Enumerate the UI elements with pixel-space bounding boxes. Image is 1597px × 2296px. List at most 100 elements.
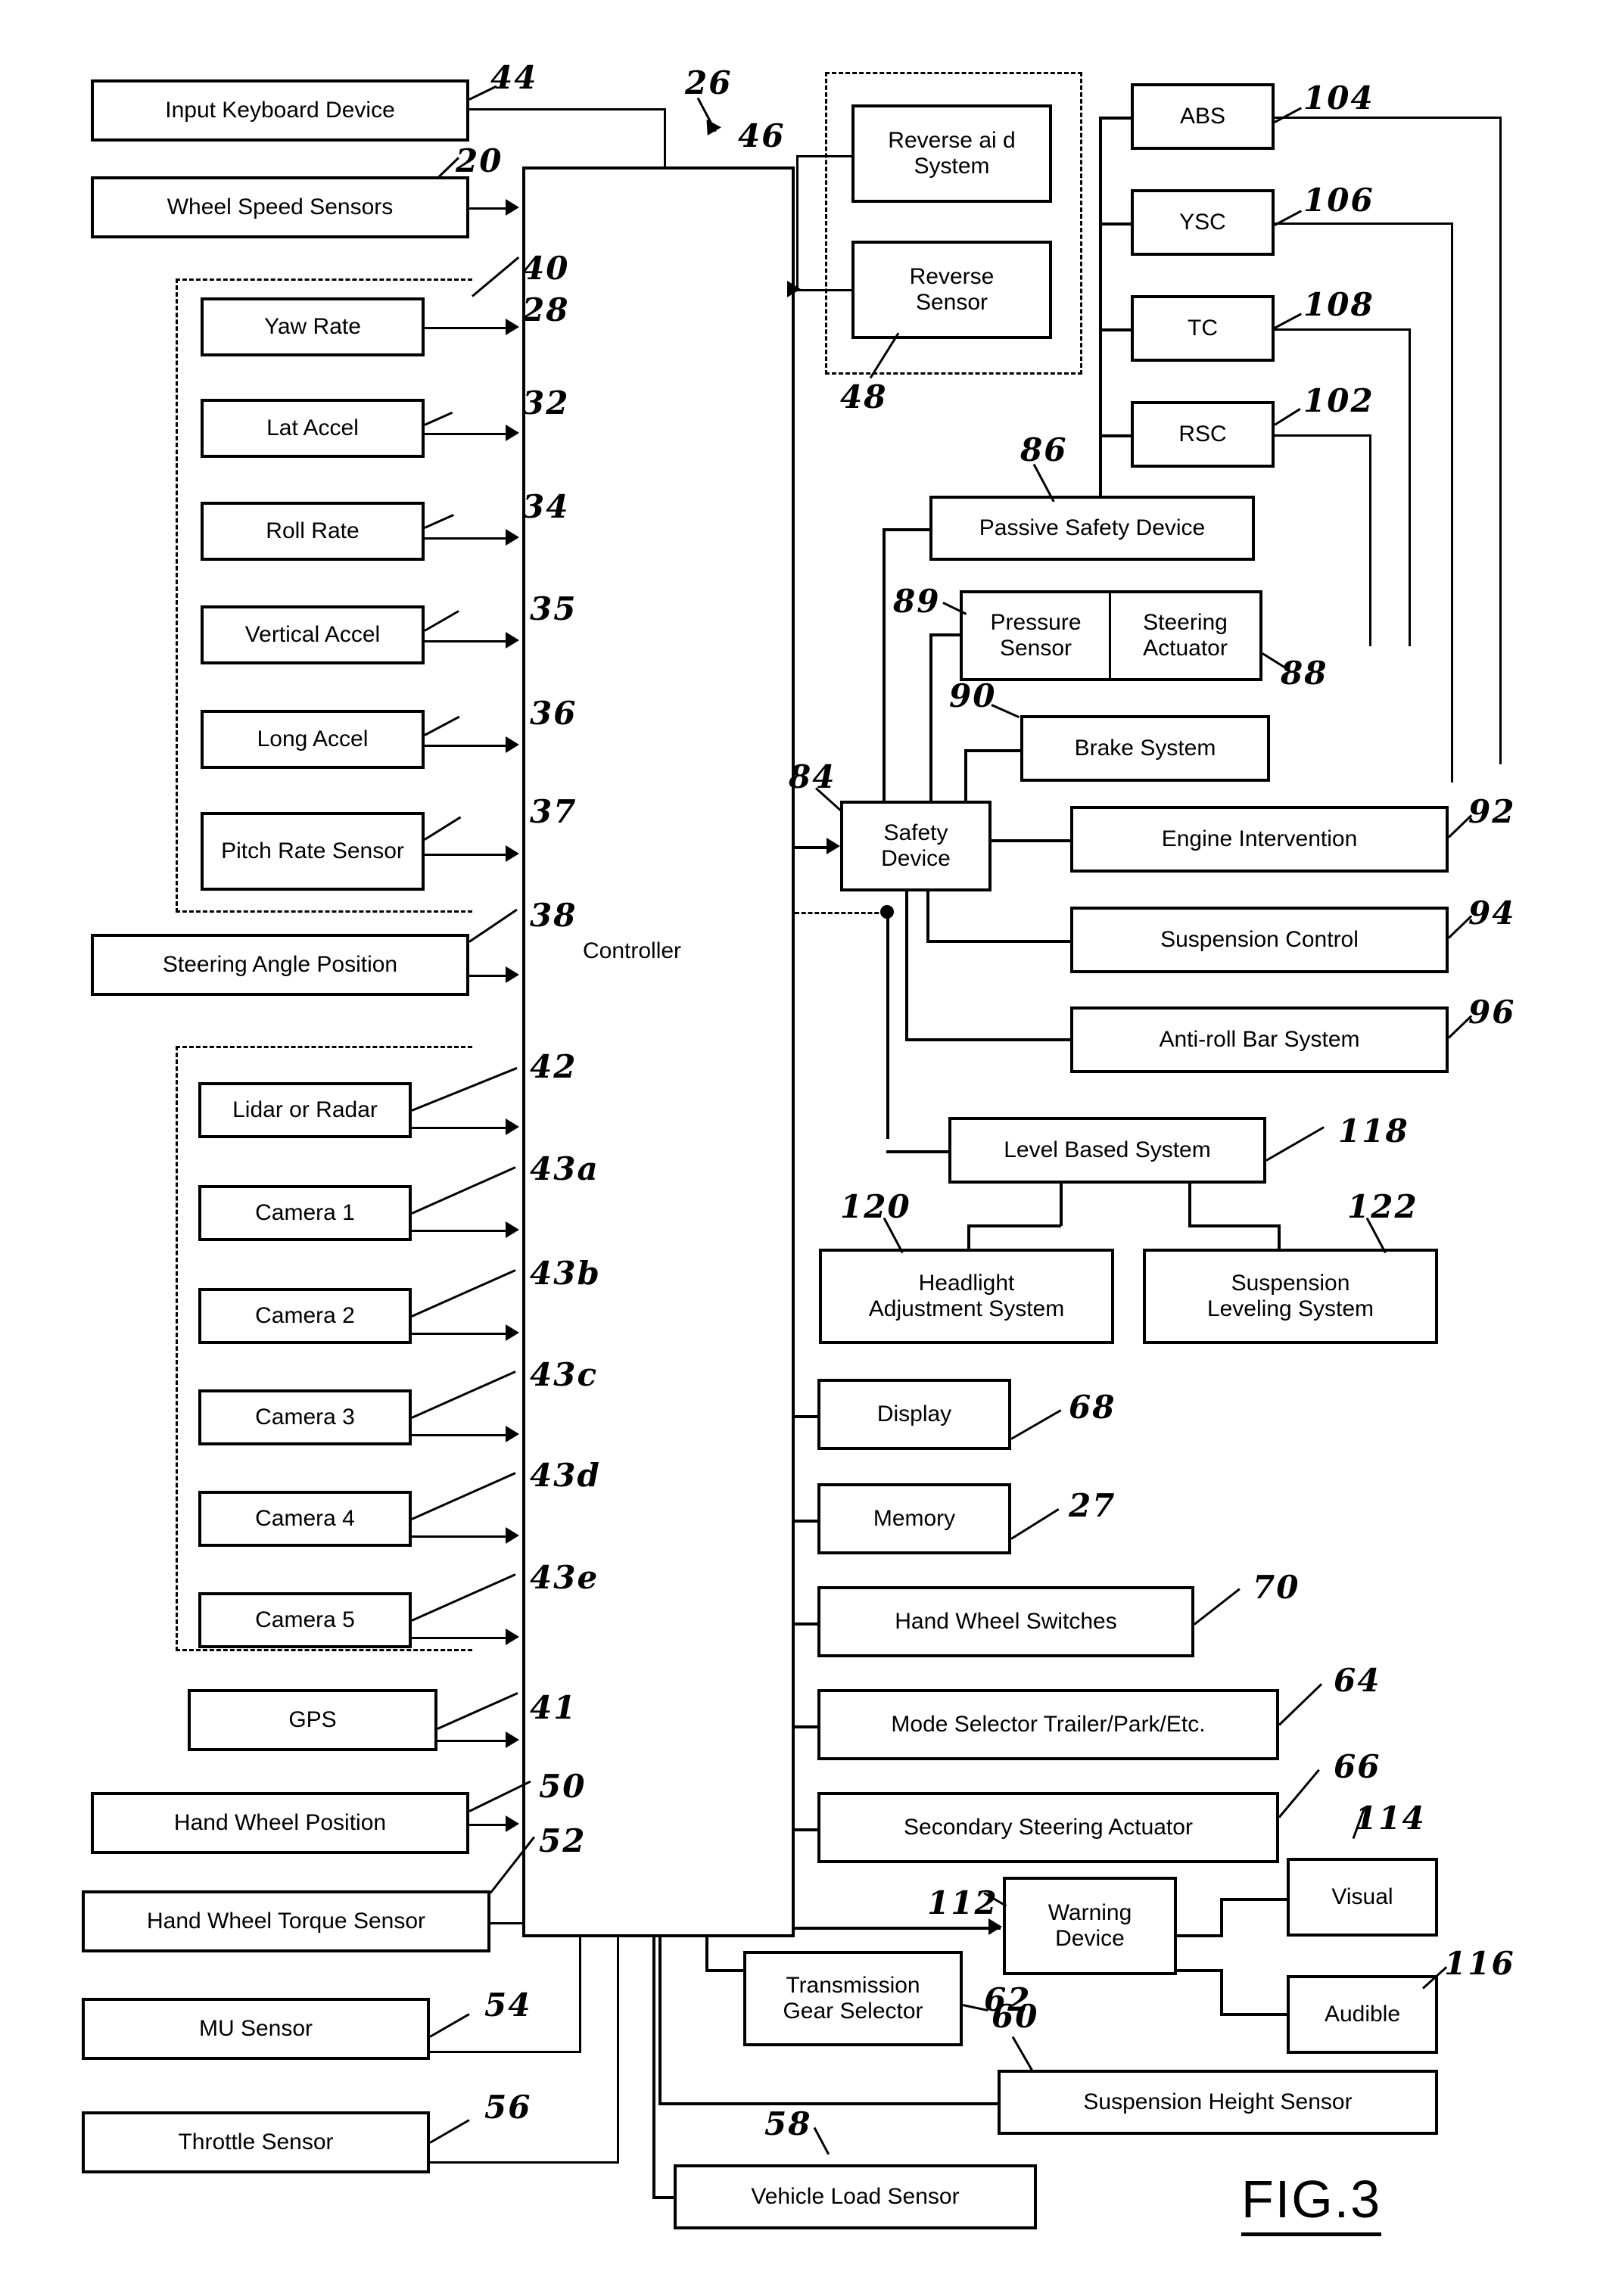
suspension-leveling-label-line2: Leveling System [1206, 1296, 1374, 1321]
level-based-system-label: Level Based System [1004, 1137, 1211, 1163]
steering-angle-position-label: Steering Angle Position [162, 952, 398, 978]
pressure-in-h [929, 633, 961, 636]
ref-118: 118 [1338, 1112, 1409, 1150]
mode-selector-label: Mode Selector Trailer/Park/Etc. [891, 1712, 1206, 1738]
memory-label: Memory [873, 1506, 956, 1532]
secondary-steering-actuator-label: Secondary Steering Actuator [904, 1815, 1193, 1840]
display-label: Display [876, 1402, 952, 1427]
warning-in-h [795, 1927, 1001, 1930]
headlight-adjustment-label-line2: Adjustment System [868, 1296, 1065, 1321]
ref-70: 70 [1253, 1569, 1300, 1606]
warning-device-box: Warning Device [1003, 1877, 1177, 1975]
audible-in-h2 [1220, 2013, 1288, 2016]
camera-2-arrowhead [506, 1324, 519, 1341]
ref-64-leader [1278, 1683, 1323, 1726]
lat-accel-box: Lat Accel [201, 399, 425, 458]
rsc-box: RSC [1131, 401, 1275, 468]
engine-intervention-box: Engine Intervention [1070, 806, 1449, 873]
ref-46: 46 [738, 117, 786, 154]
reverse-aid-system-label-line2: System [914, 154, 990, 179]
long-accel-arrowhead [506, 736, 519, 753]
yaw-rate-label: Yaw Rate [264, 314, 361, 340]
ref-64: 64 [1334, 1662, 1381, 1699]
safety-device-label-line2: Device [881, 846, 951, 871]
shs-in-h [658, 2102, 999, 2105]
sap-arrowhead [506, 966, 519, 983]
reverse-aid-system-box: Reverse ai d System [851, 104, 1052, 203]
lbs-in-h [886, 1150, 950, 1153]
ref-116: 116 [1444, 1945, 1515, 1982]
patent-figure-3: Controller 26 46 Input Keyboard Device 4… [0, 0, 1597, 2296]
safety-to-arb-v [905, 891, 908, 1040]
ref-32: 32 [522, 384, 570, 422]
reverse-aid-system-label-line1: Reverse ai d [888, 128, 1016, 154]
roll-rate-box: Roll Rate [201, 502, 425, 561]
ref-92: 92 [1468, 793, 1516, 830]
ref-84: 84 [789, 758, 836, 795]
camera-2-box: Camera 2 [198, 1288, 412, 1344]
ref-43b: 43b [530, 1255, 601, 1292]
hand-wheel-torque-sensor-box: Hand Wheel Torque Sensor [82, 1890, 490, 1952]
anti-roll-bar-system-box: Anti-roll Bar System [1070, 1006, 1449, 1073]
reverse-sensor-label-line2: Sensor [915, 290, 988, 315]
yaw-rate-arrowhead [506, 319, 519, 335]
ref-89: 89 [893, 583, 941, 620]
abs-box: ABS [1131, 83, 1275, 150]
ref-27-leader [1010, 1508, 1060, 1540]
camera-1-label: Camera 1 [255, 1200, 355, 1226]
pitch-rate-arrowhead [506, 845, 519, 862]
brake-system-label: Brake System [1074, 736, 1216, 761]
ref-58: 58 [764, 2105, 812, 2142]
tgs-in-v [705, 1937, 708, 1971]
ref-43d: 43d [530, 1457, 601, 1494]
vertical-accel-arrowhead [506, 632, 519, 649]
ref-70-leader [1194, 1588, 1241, 1626]
controller-to-safety-h [795, 846, 831, 849]
ref-58-leader [813, 2126, 830, 2155]
warning-device-label-line1: Warning [1048, 1900, 1132, 1926]
lidar-or-radar-box: Lidar or Radar [198, 1082, 412, 1138]
steering-angle-position-box: Steering Angle Position [91, 934, 469, 996]
audible-in-h1 [1177, 1969, 1222, 1972]
steering-actuator-label-line1: Steering [1143, 610, 1228, 636]
camera-1-box: Camera 1 [198, 1185, 412, 1241]
ref-102-leader [1274, 408, 1301, 426]
camera-3-box: Camera 3 [198, 1389, 412, 1445]
visual-box: Visual [1287, 1858, 1438, 1937]
shs-in-v [658, 1937, 662, 2104]
vehicle-load-sensor-box: Vehicle Load Sensor [674, 2164, 1037, 2229]
suspension-leveling-system-box: Suspension Leveling System [1143, 1249, 1438, 1344]
ref-66-leader [1278, 1769, 1320, 1818]
lat-accel-arrowhead [506, 425, 519, 441]
gps-line [437, 1740, 509, 1742]
rsc-label: RSC [1178, 422, 1227, 447]
ref-104-leader [1274, 107, 1303, 123]
audible-box: Audible [1287, 1975, 1438, 2054]
pressure-in-v [929, 633, 932, 801]
ref-41: 41 [530, 1689, 577, 1726]
steering-actuator-label-line2: Actuator [1143, 636, 1228, 661]
reverse-sensor-label-line1: Reverse [909, 264, 995, 290]
transmission-gear-selector-box: Transmission Gear Selector [743, 1951, 963, 2046]
ref-90: 90 [949, 677, 997, 714]
psd-to-bus [883, 528, 929, 531]
throttle-line [430, 2161, 619, 2164]
suspension-height-sensor-label: Suspension Height Sensor [1083, 2089, 1353, 2115]
visual-in-h2 [1220, 1898, 1288, 1901]
ref-104: 104 [1303, 79, 1374, 117]
camera-5-label: Camera 5 [255, 1607, 355, 1633]
ref-94: 94 [1468, 894, 1516, 932]
ref-96: 96 [1468, 994, 1516, 1031]
passive-safety-device-label: Passive Safety Device [979, 515, 1206, 541]
hwp-arrowhead [506, 1815, 519, 1832]
headlight-adjustment-label-line1: Headlight [918, 1271, 1015, 1296]
ref-60: 60 [992, 1998, 1039, 2035]
hand-wheel-position-box: Hand Wheel Position [91, 1792, 469, 1854]
ref-43e: 43e [530, 1559, 599, 1596]
vehicle-load-sensor-label: Vehicle Load Sensor [751, 2184, 960, 2210]
pressure-sensor-label-line1: Pressure [990, 610, 1082, 636]
pitch-rate-sensor-label: Pitch Rate Sensor [221, 838, 404, 864]
ref-68: 68 [1069, 1389, 1116, 1426]
ref-44: 44 [490, 59, 538, 96]
ref-40-leader [472, 256, 520, 297]
